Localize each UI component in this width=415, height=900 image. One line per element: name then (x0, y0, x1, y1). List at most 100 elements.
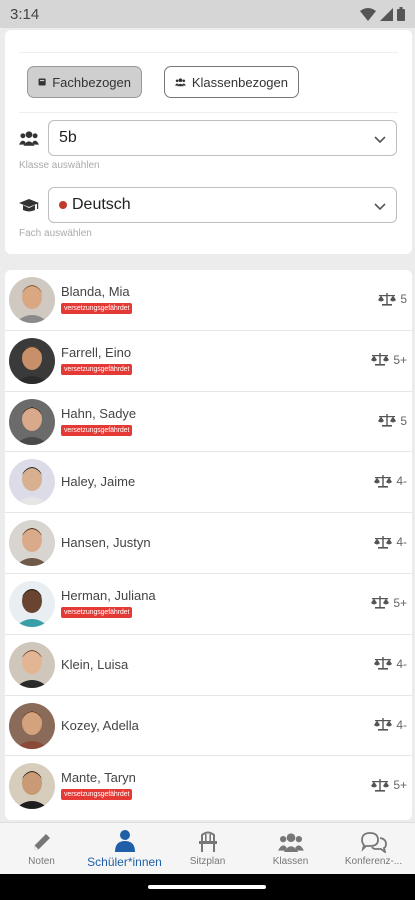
nav-noten-label: Noten (28, 856, 55, 867)
student-row[interactable]: Hahn, Sadye versetzungsgefährdet 5 (5, 392, 412, 453)
scale-icon (371, 353, 390, 366)
avatar (9, 277, 55, 323)
student-name: Klein, Luisa (61, 656, 129, 672)
battery-icon (397, 7, 405, 21)
wifi-icon (360, 7, 376, 21)
grade-value: 4- (396, 656, 407, 671)
avatar (9, 580, 55, 627)
grade-info: 4- (374, 474, 407, 488)
avatar (9, 398, 55, 445)
student-name: Farrell, Eino (61, 344, 132, 360)
scale-icon (378, 414, 397, 427)
student-name: Kozey, Adella (61, 717, 139, 733)
grade-info: 5+ (371, 353, 407, 367)
student-row[interactable]: Klein, Luisa 4- (5, 635, 412, 696)
at-risk-badge: versetzungsgefährdet (61, 789, 133, 801)
nav-klassen-label: Klassen (272, 856, 309, 867)
scale-icon (374, 474, 393, 488)
scale-icon (374, 535, 393, 549)
avatar (9, 702, 55, 749)
filter-card: Fachbezogen Klassenbezogen 5b Klasse aus… (5, 30, 412, 254)
student-name: Blanda, Mia (61, 284, 130, 299)
bottom-navigation: Noten Schüler*innen Sitzplan Klassen Kon… (0, 822, 415, 874)
divider (19, 112, 398, 113)
gesture-bar (0, 874, 415, 900)
avatar (9, 459, 55, 506)
person-icon (114, 829, 135, 852)
grade-value: 5 (400, 292, 407, 306)
student-name: Hahn, Sadye (61, 405, 137, 421)
grade-value: 5+ (393, 778, 407, 793)
student-name: Haley, Jaime (61, 474, 136, 490)
users-icon (19, 129, 39, 147)
subject-select-value: Deutsch (72, 196, 131, 213)
student-name: Hansen, Justyn (61, 535, 151, 551)
nav-konferenz[interactable]: Konferenz-... (332, 823, 415, 874)
grade-info: 5 (378, 414, 407, 428)
class-select-value: 5b (59, 129, 77, 146)
grade-value: 4- (396, 474, 407, 489)
grade-info: 5+ (371, 596, 407, 610)
scale-icon (371, 596, 390, 610)
group-icon (277, 833, 304, 852)
class-mode-label: Klassenbezogen (191, 74, 288, 90)
nav-schueler[interactable]: Schüler*innen (83, 823, 166, 874)
at-risk-badge: versetzungsgefährdet (61, 363, 133, 375)
student-name: Mante, Taryn (61, 770, 136, 786)
grade-value: 4- (396, 717, 407, 732)
avatar (9, 763, 55, 810)
student-row[interactable]: Hansen, Justyn 4- (5, 513, 412, 574)
nav-noten[interactable]: Noten (0, 823, 83, 874)
subject-color-dot (59, 201, 67, 209)
student-row[interactable]: Kozey, Adella 4- (5, 696, 412, 757)
nav-schueler-label: Schüler*innen (87, 854, 162, 869)
system-icons (360, 7, 405, 21)
grade-info: 5 (378, 292, 407, 306)
home-indicator[interactable] (148, 885, 266, 889)
class-select-hint: Klasse auswählen (19, 160, 100, 171)
chevron-down-icon (374, 136, 386, 144)
graduation-cap-icon (19, 197, 39, 215)
divider (19, 52, 398, 53)
subject-select-hint: Fach auswählen (19, 228, 92, 239)
grade-info: 4- (374, 718, 407, 732)
grade-value: 5 (400, 413, 407, 428)
chevron-down-icon (374, 203, 386, 211)
nav-sitzplan-label: Sitzplan (189, 856, 226, 867)
student-row[interactable]: Blanda, Mia versetzungsgefährdet 5 (5, 270, 412, 331)
chair-icon (198, 831, 217, 852)
student-list: Blanda, Mia versetzungsgefährdet 5 Farre… (5, 270, 412, 820)
student-row[interactable]: Farrell, Eino versetzungsgefährdet 5+ (5, 331, 412, 392)
grade-value: 4- (396, 535, 407, 550)
nav-klassen[interactable]: Klassen (249, 823, 332, 874)
scale-icon (374, 718, 393, 731)
book-icon (38, 78, 46, 86)
users-icon (175, 78, 186, 87)
scale-icon (371, 778, 390, 792)
student-row[interactable]: Mante, Taryn versetzungsgefährdet 5+ (5, 756, 412, 817)
status-bar: 3:14 (0, 0, 415, 28)
scale-icon (374, 657, 393, 670)
subject-mode-button[interactable]: Fachbezogen (27, 66, 142, 98)
student-row[interactable]: Haley, Jaime 4- (5, 452, 412, 514)
subject-select[interactable]: Deutsch (48, 187, 397, 223)
avatar (9, 641, 55, 688)
grade-value: 5+ (393, 595, 407, 610)
nav-sitzplan[interactable]: Sitzplan (166, 823, 249, 874)
nav-konferenz-label: Konferenz-... (344, 856, 403, 867)
avatar (9, 337, 55, 384)
grade-info: 5+ (371, 778, 407, 792)
grade-info: 4- (374, 535, 407, 549)
student-name: Herman, Juliana (61, 587, 156, 603)
signal-icon (380, 7, 393, 21)
grade-value: 5+ (393, 352, 407, 367)
subject-mode-label: Fachbezogen (52, 74, 131, 90)
grade-info: 4- (374, 657, 407, 671)
at-risk-badge: versetzungsgefährdet (61, 303, 133, 314)
at-risk-badge: versetzungsgefährdet (61, 424, 133, 436)
class-mode-button[interactable]: Klassenbezogen (164, 66, 299, 98)
student-row[interactable]: Herman, Juliana versetzungsgefährdet 5+ (5, 574, 412, 635)
chat-icon (360, 832, 387, 853)
status-time: 3:14 (10, 5, 40, 23)
class-select[interactable]: 5b (48, 120, 397, 156)
